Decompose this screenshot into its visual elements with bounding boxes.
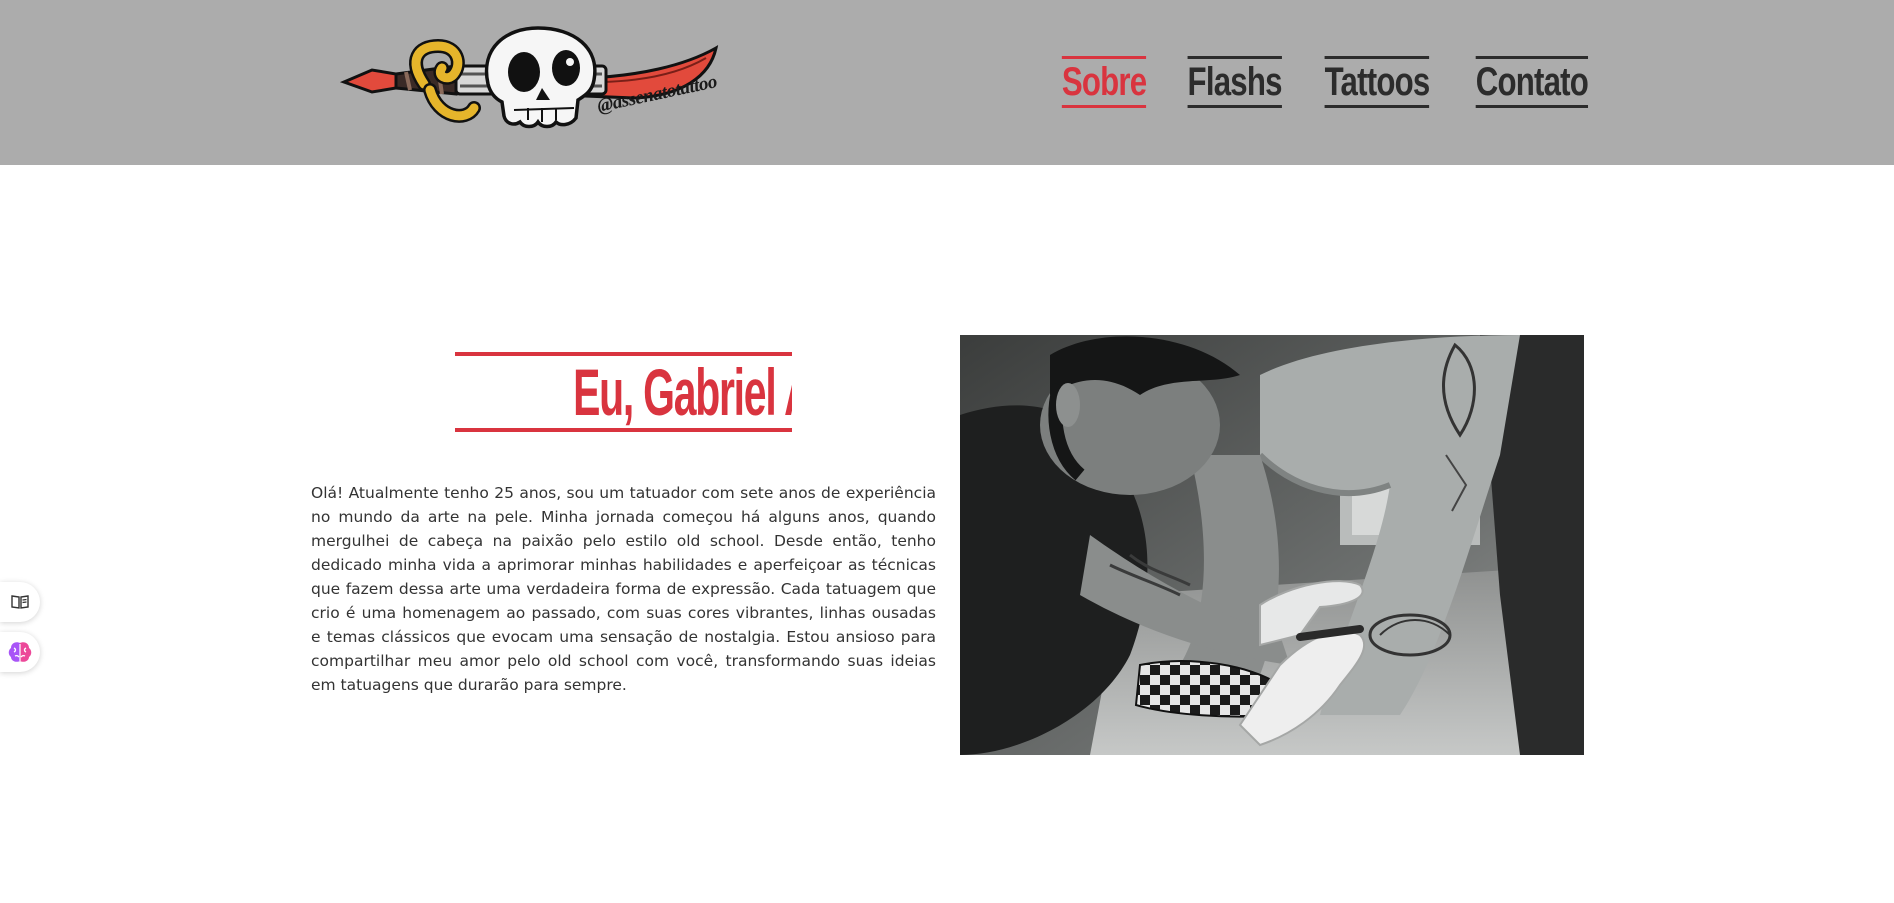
dagger-skull-logo-icon	[339, 26, 719, 129]
main-nav: Sobre Flashs Tattoos Contato	[1038, 56, 1589, 108]
nav-link-contato[interactable]: Contato	[1475, 56, 1589, 108]
nav-link-sobre[interactable]: Sobre	[1062, 56, 1148, 108]
ai-assistant-button[interactable]	[0, 632, 40, 672]
tattoo-artist-photo	[960, 335, 1584, 755]
about-paragraph: Olá! Atualmente tenho 25 anos, sou um ta…	[311, 484, 936, 694]
nav-link-flashs[interactable]: Flashs	[1187, 56, 1282, 108]
book-reader-icon	[11, 595, 29, 609]
nav-link-tattoos[interactable]: Tattoos	[1325, 56, 1431, 108]
about-title-text: Eu, Gabriel Assenato	[573, 355, 792, 429]
reader-mode-button[interactable]	[0, 582, 40, 622]
site-header: @assenatotattoo Sobre Flashs Tattoos Con…	[0, 0, 1894, 165]
brain-icon	[8, 642, 32, 662]
about-title: Eu, Gabriel Assenato	[455, 352, 792, 432]
site-logo[interactable]: @assenatotattoo	[338, 26, 722, 130]
tattoo-artist-photo-illustration	[960, 335, 1584, 755]
